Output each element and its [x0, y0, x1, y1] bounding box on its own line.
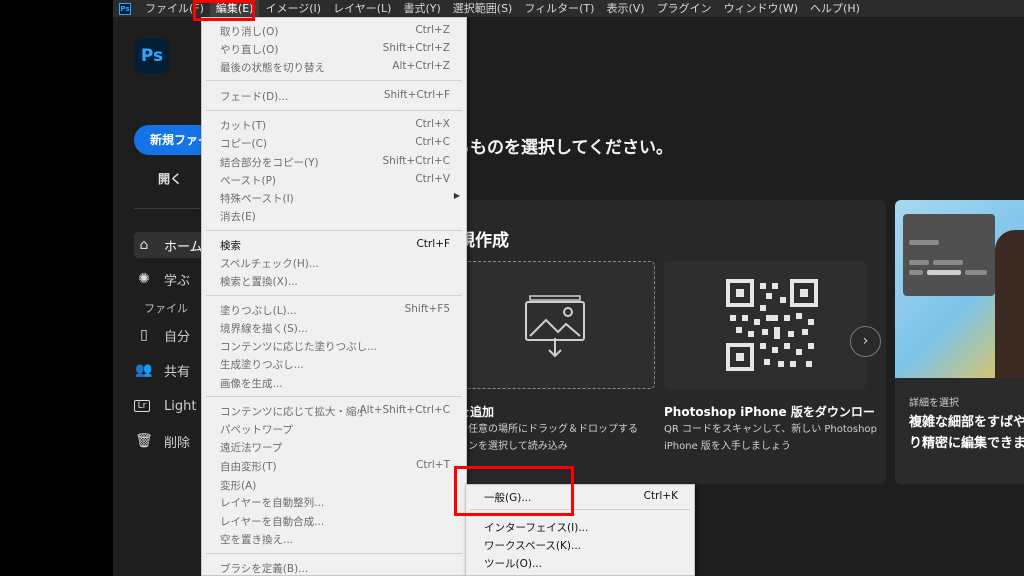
sidebar-item-label: 学ぶ [164, 273, 191, 289]
sidebar-heading-files: ファイル [144, 302, 188, 315]
card-iphone-desc-2: iPhone 版を入手しましょう [664, 441, 791, 452]
menu-item-puppet-warp[interactable]: パペットワープ [202, 420, 466, 438]
ps-app-icon: Ps [119, 2, 131, 15]
promo-subtitle: 詳細を選択 [909, 398, 959, 409]
sidebar-item-label: 共有 [164, 364, 191, 380]
sidebar-item-label: 削除 [164, 435, 191, 451]
menu-item-stroke[interactable]: 境界線を描く(S)... [202, 319, 466, 337]
menu-item-auto-align-layers[interactable]: レイヤーを自動整列... [202, 493, 466, 511]
highlight-general-item [454, 466, 574, 516]
menu-separator [206, 80, 462, 81]
card-add-desc-2: コンを選択して読み込み [458, 441, 568, 452]
promo-title-line-2: り精密に編集できま [909, 436, 1024, 451]
promo-image [895, 200, 1024, 378]
menu-item-spell-check[interactable]: スペルチェック(H)... [202, 254, 466, 272]
sidebar-item-label: Light [164, 398, 197, 414]
sidebar-item-label: 自分 [164, 329, 191, 345]
menu-item-perspective-warp[interactable]: 遠近法ワープ [202, 438, 466, 456]
carousel-next-button[interactable]: › [850, 326, 881, 357]
menu-item-sky-replacement[interactable]: 空を置き換え... [202, 530, 466, 548]
menu-item-define-brush[interactable]: ブラシを定義(B)... [202, 559, 466, 576]
menu-item-free-transform[interactable]: 自由変形(T) Ctrl+T [202, 457, 466, 475]
menu-item-paste-special[interactable]: 特殊ペースト(I) ▶ [202, 189, 466, 207]
drop-zone[interactable] [453, 261, 655, 389]
qr-card[interactable] [664, 261, 866, 389]
menu-help[interactable]: ヘルプ(H) [804, 0, 866, 17]
card-iphone-title: Photoshop iPhone 版をダウンロー [664, 405, 875, 419]
highlight-edit-menu [193, 0, 255, 21]
lightbulb-icon: ✺ [138, 271, 150, 287]
menu-item-content-aware-fill[interactable]: コンテンツに応じた塗りつぶし... [202, 337, 466, 355]
promo-title: 複雑な細部をすばや り精密に編集できま [909, 412, 1024, 454]
menu-filter[interactable]: フィルター(T) [518, 0, 600, 17]
promo-ui-mockup [903, 214, 995, 296]
menu-item-generate-image[interactable]: 画像を生成... [202, 374, 466, 392]
menu-separator [206, 110, 462, 111]
menu-item-auto-blend-layers[interactable]: レイヤーを自動合成... [202, 512, 466, 530]
promo-person [995, 230, 1024, 378]
menu-item-cut[interactable]: カット(T) Ctrl+X [202, 116, 466, 134]
menu-item-transform[interactable]: 変形(A) [202, 476, 466, 494]
menu-item-generative-fill[interactable]: 生成塗りつぶし... [202, 355, 466, 373]
image-import-icon [525, 295, 585, 358]
menu-type[interactable]: 書式(Y) [397, 0, 446, 17]
menu-item-find-replace[interactable]: 検索と置換(X)... [202, 272, 466, 290]
lightroom-icon: Lr [134, 400, 150, 412]
menu-image[interactable]: イメージ(I) [259, 0, 327, 17]
sidebar-item-label: ホーム [164, 239, 203, 255]
menu-item-paste[interactable]: ペースト(P) Ctrl+V [202, 171, 466, 189]
menu-separator [206, 396, 462, 397]
submenu-item-workspace[interactable]: ワークスペース(K)... [466, 536, 694, 554]
menu-item-fade[interactable]: フェード(D)... Shift+Ctrl+F [202, 87, 466, 105]
promo-title-line-1: 複雑な細部をすばや [909, 415, 1024, 430]
menu-plugins[interactable]: プラグイン [651, 0, 718, 17]
menu-separator [206, 295, 462, 296]
card-add-desc-1: の任意の場所にドラッグ＆ドロップする [458, 424, 638, 435]
home-icon: ⌂ [139, 237, 149, 253]
promo-card[interactable]: 詳細を選択 複雑な細部をすばや り精密に編集できま [895, 200, 1024, 484]
open-button[interactable]: 開く [158, 170, 182, 187]
submenu-item-interface[interactable]: インターフェイス(I)... [466, 518, 694, 536]
menu-separator [206, 230, 462, 231]
menu-item-copy-merged[interactable]: 結合部分をコピー(Y) Shift+Ctrl+C [202, 153, 466, 171]
edit-menu: 取り消し(O) Ctrl+Z やり直し(O) Shift+Ctrl+Z 最後の状態を… [201, 17, 467, 576]
menu-item-search[interactable]: 検索 Ctrl+F [202, 236, 466, 254]
chevron-right-icon: › [862, 333, 869, 349]
menu-select[interactable]: 選択範囲(S) [447, 0, 519, 17]
menu-layer[interactable]: レイヤー(L) [327, 0, 397, 17]
menu-separator [206, 553, 462, 554]
menu-item-clear[interactable]: 消去(E) [202, 207, 466, 225]
menu-item-redo[interactable]: やり直し(O) Shift+Ctrl+Z [202, 40, 466, 58]
menu-item-copy[interactable]: コピー(C) Ctrl+C [202, 134, 466, 152]
menu-item-toggle-last-state[interactable]: 最後の状態を切り替え Alt+Ctrl+Z [202, 58, 466, 76]
file-icon: ▯ [140, 327, 148, 343]
users-icon: 👥 [135, 362, 153, 378]
menu-view[interactable]: 表示(V) [600, 0, 650, 17]
card-iphone-desc-1: QR コードをスキャンして、新しい Photoshop [664, 424, 877, 435]
menu-window[interactable]: ウィンドウ(W) [718, 0, 804, 17]
letterbox-left [0, 0, 113, 576]
ps-logo: Ps [135, 39, 169, 73]
page-headline: るものを選択してください。 [453, 138, 673, 158]
qr-code-icon [726, 279, 818, 371]
chevron-right-icon: ▶ [453, 191, 460, 200]
submenu-item-tools[interactable]: ツール(O)... [466, 554, 694, 572]
menu-item-content-aware-scale[interactable]: コンテンツに応じて拡大・縮小 Alt+Shift+Ctrl+C [202, 402, 466, 420]
menu-item-undo[interactable]: 取り消し(O) Ctrl+Z [202, 22, 466, 40]
menu-item-fill[interactable]: 塗りつぶし(L)... Shift+F5 [202, 301, 466, 319]
trash-icon: 🗑 [135, 433, 153, 449]
